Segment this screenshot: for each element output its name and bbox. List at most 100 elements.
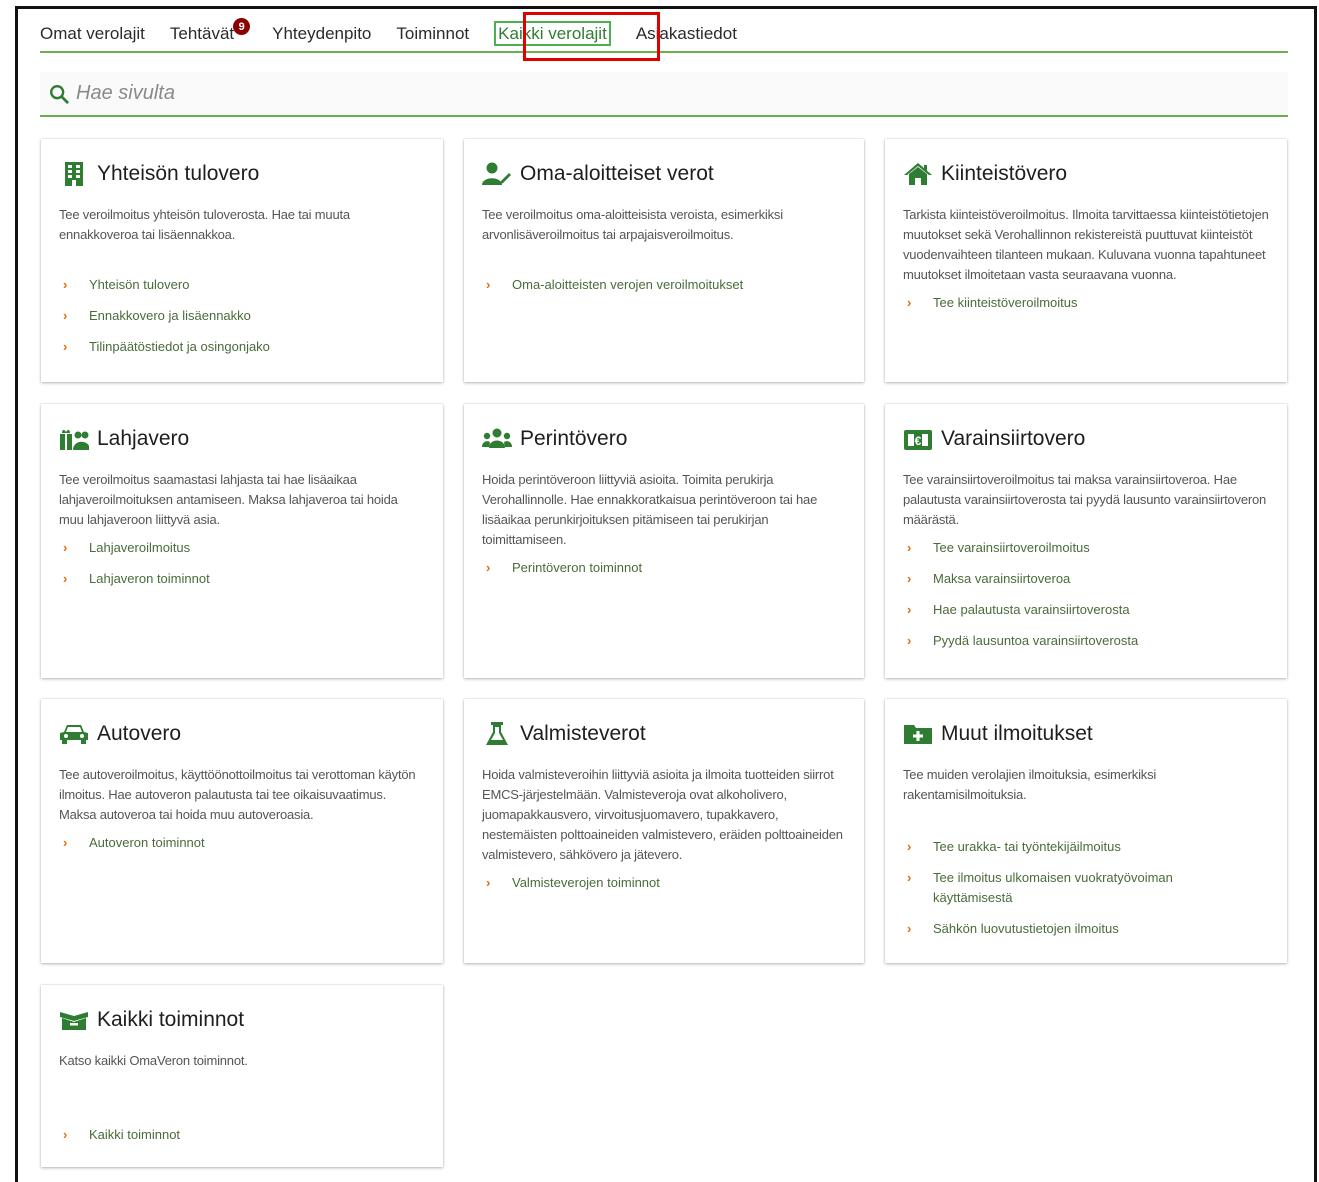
link-tilinpaatostiedot[interactable]: › Tilinpäätöstiedot ja osingonjako (59, 337, 425, 357)
card-description: Tarkista kiinteistöveroilmoitus. Ilmoita… (903, 207, 1269, 282)
folder-plus-icon (903, 721, 933, 747)
link-tee-varainsiirtoveroilmoitus[interactable]: › Tee varainsiirtoveroilmoitus (903, 538, 1269, 558)
link-label: Maksa varainsiirtoveroa (933, 571, 1071, 586)
users-icon (482, 426, 512, 452)
link-label: Kaikki toiminnot (89, 1127, 181, 1142)
flask-icon (482, 721, 512, 747)
chevron-right-icon: › (907, 295, 912, 310)
card-title: Oma-aloitteiset verot (520, 162, 714, 185)
search-icon (50, 84, 69, 104)
link-pyyda-lausuntoa[interactable]: › Pyydä lausuntoa varainsiirtoverosta (903, 631, 1269, 651)
card-muut-ilmoitukset: Muut ilmoitukset Tee muiden verolajien i… (885, 699, 1287, 963)
card-description: Tee veroilmoitus saamastasi lahjasta tai… (59, 472, 398, 527)
card-title: Kaikki toiminnot (97, 1008, 245, 1031)
link-label: Autoveron toiminnot (89, 835, 205, 850)
car-icon (59, 721, 89, 747)
card-title: Kiinteistövero (941, 162, 1068, 185)
tab-omat-verolajit[interactable]: Omat verolajit (40, 24, 145, 51)
card-perintovero: Perintövero Hoida perintöveroon liittyvi… (464, 404, 864, 678)
chevron-right-icon: › (907, 540, 912, 555)
link-vuokratyovoima[interactable]: › Tee ilmoitus ulkomaisen vuokratyövoiman… (903, 868, 1269, 908)
link-perintoveron-toiminnot[interactable]: › Perintöveron toiminnot (482, 558, 846, 578)
link-label: Hae palautusta varainsiirtoverosta (933, 602, 1130, 617)
link-tee-kiinteistoveroilmoitus[interactable]: › Tee kiinteistöveroilmoitus (903, 293, 1269, 313)
chevron-right-icon: › (63, 835, 68, 850)
link-autoveron-toiminnot[interactable]: › Autoveron toiminnot (59, 833, 425, 853)
link-sahkon-luovutustiedot[interactable]: › Sähkön luovutustietojen ilmoitus (903, 919, 1269, 939)
card-title: Valmisteverot (520, 722, 646, 745)
tab-label: Tehtävät (169, 24, 235, 43)
chevron-right-icon: › (63, 540, 68, 555)
chevron-right-icon: › (907, 571, 912, 586)
card-description: Katso kaikki OmaVeron toiminnot. (59, 1053, 248, 1068)
chevron-right-icon: › (486, 560, 491, 575)
tab-label: Toiminnot (396, 24, 470, 43)
card-title: Perintövero (520, 427, 628, 450)
card-title: Autovero (97, 722, 182, 745)
link-label: Yhteisön tulovero (89, 277, 190, 292)
link-lahjaveroilmoitus[interactable]: › Lahjaveroilmoitus (59, 538, 425, 558)
link-label: Tee kiinteistöveroilmoitus (933, 295, 1078, 310)
link-label: Tee varainsiirtoveroilmoitus (933, 540, 1090, 555)
link-label: Oma-aloitteisten verojen veroilmoitukset (512, 277, 744, 292)
tab-label: Kaikki verolajit (494, 21, 611, 46)
link-ennakkovero[interactable]: › Ennakkovero ja lisäennakko (59, 306, 425, 326)
card-varainsiirtovero: € Varainsiirtovero Tee varainsiirtoveroi… (885, 404, 1287, 678)
chevron-right-icon: › (907, 633, 912, 648)
gift-people-icon (59, 426, 89, 452)
card-kaikki-toiminnot: Kaikki toiminnot Katso kaikki OmaVeron t… (41, 985, 443, 1167)
card-description: Tee autoveroilmoitus, käyttöönottoilmoit… (59, 767, 416, 822)
tab-yhteydenpito[interactable]: Yhteydenpito (272, 24, 371, 51)
card-description: Tee veroilmoitus oma-aloitteisista veroi… (482, 207, 783, 242)
link-label: Sähkön luovutustietojen ilmoitus (933, 921, 1119, 936)
link-hae-palautusta[interactable]: › Hae palautusta varainsiirtoverosta (903, 600, 1269, 620)
card-description: Hoida valmisteveroihin liittyviä asioita… (482, 767, 843, 862)
search-bar (40, 72, 1288, 117)
card-kiinteistovero: Kiinteistövero Tarkista kiinteistöveroil… (885, 139, 1287, 382)
card-valmisteverot: Valmisteverot Hoida valmisteveroihin lii… (464, 699, 864, 963)
tab-asiakastiedot[interactable]: Asiakastiedot (636, 24, 737, 51)
chevron-right-icon: › (907, 921, 912, 936)
chevron-right-icon: › (907, 602, 912, 617)
card-oma-aloitteiset-verot: Oma-aloitteiset verot Tee veroilmoitus o… (464, 139, 864, 382)
link-label: Lahjaveron toiminnot (89, 571, 210, 586)
tab-toiminnot[interactable]: Toiminnot (396, 24, 469, 51)
link-oma-aloitteisten-verojen-veroilmoitukset[interactable]: › Oma-aloitteisten verojen veroilmoitukse… (482, 275, 846, 295)
tab-tehtavat[interactable]: Tehtävät 9 (169, 18, 251, 51)
link-kaikki-toiminnot[interactable]: › Kaikki toiminnot (59, 1125, 425, 1145)
link-label: Ennakkovero ja lisäennakko (89, 308, 251, 323)
card-yhteison-tulovero: Yhteisön tulovero Tee veroilmoitus yhtei… (41, 139, 443, 382)
svg-text:€: € (915, 434, 922, 448)
chevron-right-icon: › (907, 839, 912, 854)
link-valmisteverojen-toiminnot[interactable]: › Valmisteverojen toiminnot (482, 873, 846, 893)
card-description: Tee varainsiirtoveroilmoitus tai maksa v… (903, 472, 1267, 527)
user-edit-icon (482, 161, 512, 187)
search-input[interactable] (76, 82, 676, 105)
chevron-right-icon: › (63, 277, 68, 292)
card-description: Tee muiden verolajien ilmoituksia, esime… (903, 767, 1157, 802)
notification-badge: 9 (233, 18, 251, 35)
chevron-right-icon: › (63, 1127, 68, 1142)
building-icon (59, 161, 89, 187)
link-label: Pyydä lausuntoa varainsiirtoverosta (933, 633, 1139, 648)
tab-label: Yhteydenpito (272, 24, 372, 43)
card-title: Yhteisön tulovero (97, 162, 260, 185)
link-label: Perintöveron toiminnot (512, 560, 643, 575)
link-tee-urakka-ilmoitus[interactable]: › Tee urakka- tai työntekijäilmoitus (903, 837, 1269, 857)
link-maksa-varainsiirtoveroa[interactable]: › Maksa varainsiirtoveroa (903, 569, 1269, 589)
card-description: Hoida perintöveroon liittyviä asioita. T… (482, 472, 818, 547)
chevron-right-icon: › (63, 571, 68, 586)
tab-kaikki-verolajit[interactable]: Kaikki verolajit (494, 21, 611, 51)
tab-bar: Omat verolajit Tehtävät 9 Yhteydenpito To… (40, 14, 1288, 53)
chevron-right-icon: › (907, 870, 912, 885)
link-label: Tee ilmoitus ulkomaisen vuokratyövoiman … (933, 870, 1173, 905)
chevron-right-icon: › (486, 277, 491, 292)
link-yhteison-tulovero[interactable]: › Yhteisön tulovero (59, 275, 425, 295)
tab-label: Omat verolajit (40, 24, 145, 43)
card-title: Muut ilmoitukset (941, 722, 1093, 745)
link-label: Tee urakka- tai työntekijäilmoitus (933, 839, 1121, 854)
card-autovero: Autovero Tee autoveroilmoitus, käyttööno… (41, 699, 443, 963)
link-label: Lahjaveroilmoitus (89, 540, 191, 555)
link-lahjaveron-toiminnot[interactable]: › Lahjaveron toiminnot (59, 569, 425, 589)
card-description: Tee veroilmoitus yhteisön tuloverosta. H… (59, 207, 350, 242)
